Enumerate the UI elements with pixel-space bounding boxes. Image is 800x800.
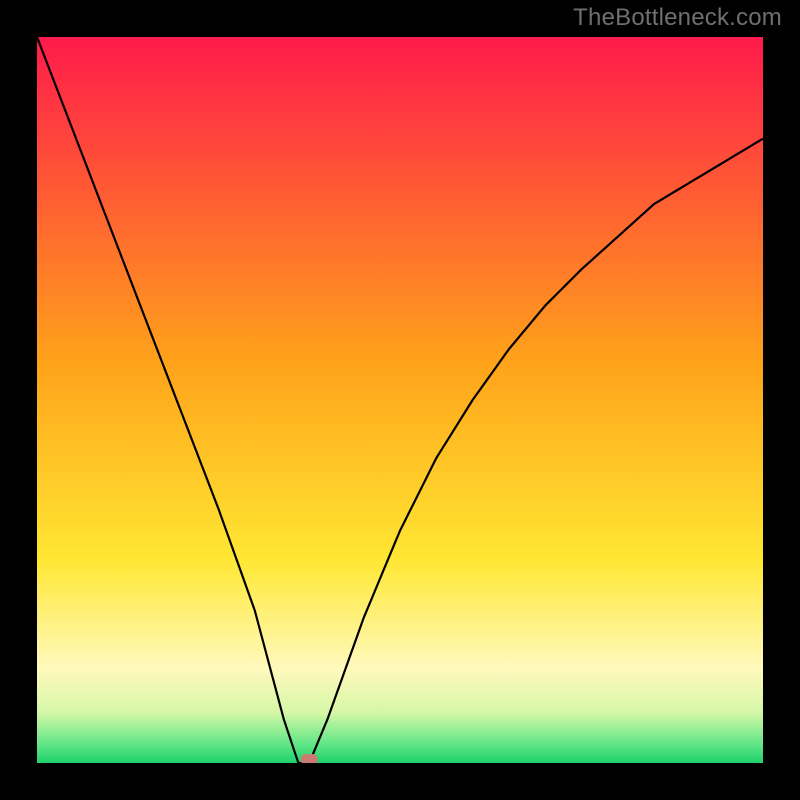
gradient-background [37, 37, 763, 763]
attribution-label: TheBottleneck.com [573, 4, 782, 32]
chart-svg [37, 37, 763, 763]
optimal-point-marker [301, 754, 318, 763]
plot-area [37, 37, 763, 763]
chart-frame: TheBottleneck.com [0, 0, 800, 800]
